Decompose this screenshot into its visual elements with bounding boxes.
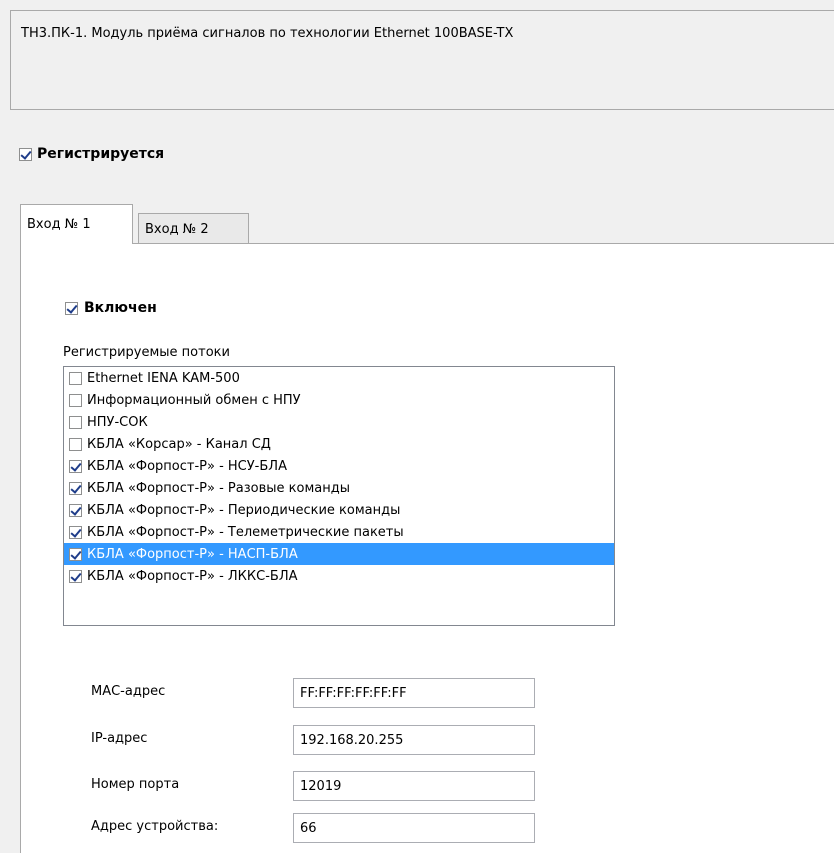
stream-label: КБЛА «Форпост-Р» - Разовые команды	[87, 480, 350, 496]
stream-checkbox[interactable]	[69, 503, 82, 517]
stream-label: КБЛА «Форпост-Р» - ЛККС-БЛА	[87, 568, 298, 584]
stream-checkbox[interactable]	[69, 415, 82, 429]
list-item[interactable]: КБЛА «Форпост-Р» - НСУ-БЛА	[64, 455, 614, 477]
stream-checkbox[interactable]	[69, 393, 82, 407]
streams-label: Регистрируемые потоки	[63, 345, 230, 360]
mac-address-label: МАС-адрес	[91, 684, 166, 699]
tab-input-2-label: Вход № 2	[145, 221, 209, 237]
mac-address-input[interactable]: FF:FF:FF:FF:FF:FF	[293, 678, 535, 708]
stream-checkbox[interactable]	[69, 525, 82, 539]
list-item[interactable]: Ethernet IENA KAM-500	[64, 367, 614, 389]
stream-checkbox[interactable]	[69, 481, 82, 495]
list-item[interactable]: КБЛА «Форпост-Р» - Периодические команды	[64, 499, 614, 521]
stream-label: КБЛА «Форпост-Р» - Телеметрические пакет…	[87, 524, 404, 540]
stream-label: КБЛА «Форпост-Р» - Периодические команды	[87, 502, 401, 518]
registered-checkbox[interactable]: Регистрируется	[19, 146, 164, 162]
ip-address-label: IP-адрес	[91, 731, 148, 746]
tab-input-1[interactable]: Вход № 1	[20, 204, 133, 244]
device-address-input[interactable]: 66	[293, 813, 535, 843]
registered-check-icon[interactable]	[19, 147, 32, 161]
stream-checkbox[interactable]	[69, 569, 82, 583]
module-description: ТН3.ПК-1. Модуль приёма сигналов по техн…	[10, 10, 834, 110]
enabled-check-icon[interactable]	[65, 301, 78, 315]
stream-label: КБЛА «Форпост-Р» - НСУ-БЛА	[87, 458, 287, 474]
tab-panel-input-1: Включен Регистрируемые потоки Ethernet I…	[20, 243, 834, 853]
enabled-checkbox[interactable]: Включен	[65, 300, 157, 316]
stream-label: Ethernet IENA KAM-500	[87, 370, 240, 386]
stream-checkbox[interactable]	[69, 459, 82, 473]
stream-label: КБЛА «Форпост-Р» - НАСП-БЛА	[87, 546, 298, 562]
tab-input-2[interactable]: Вход № 2	[138, 213, 249, 244]
list-item-selected[interactable]: КБЛА «Форпост-Р» - НАСП-БЛА	[64, 543, 614, 565]
stream-checkbox[interactable]	[69, 371, 82, 385]
list-item[interactable]: КБЛА «Форпост-Р» - ЛККС-БЛА	[64, 565, 614, 587]
list-item[interactable]: КБЛА «Форпост-Р» - Разовые команды	[64, 477, 614, 499]
stream-label: НПУ-СОК	[87, 414, 148, 430]
list-item[interactable]: Информационный обмен с НПУ	[64, 389, 614, 411]
stream-label: Информационный обмен с НПУ	[87, 392, 301, 408]
port-number-input[interactable]: 12019	[293, 771, 535, 801]
port-number-label: Номер порта	[91, 777, 180, 792]
streams-list[interactable]: Ethernet IENA KAM-500 Информационный обм…	[63, 366, 615, 626]
enabled-label: Включен	[84, 300, 157, 316]
list-item[interactable]: НПУ-СОК	[64, 411, 614, 433]
list-item[interactable]: КБЛА «Форпост-Р» - Телеметрические пакет…	[64, 521, 614, 543]
registered-label: Регистрируется	[37, 146, 165, 162]
list-item[interactable]: КБЛА «Корсар» - Канал СД	[64, 433, 614, 455]
stream-label: КБЛА «Корсар» - Канал СД	[87, 436, 271, 452]
ip-address-input[interactable]: 192.168.20.255	[293, 725, 535, 755]
stream-checkbox[interactable]	[69, 437, 82, 451]
stream-checkbox[interactable]	[69, 547, 82, 561]
tab-input-1-label: Вход № 1	[27, 217, 91, 232]
device-address-label: Адрес устройства:	[91, 819, 219, 834]
